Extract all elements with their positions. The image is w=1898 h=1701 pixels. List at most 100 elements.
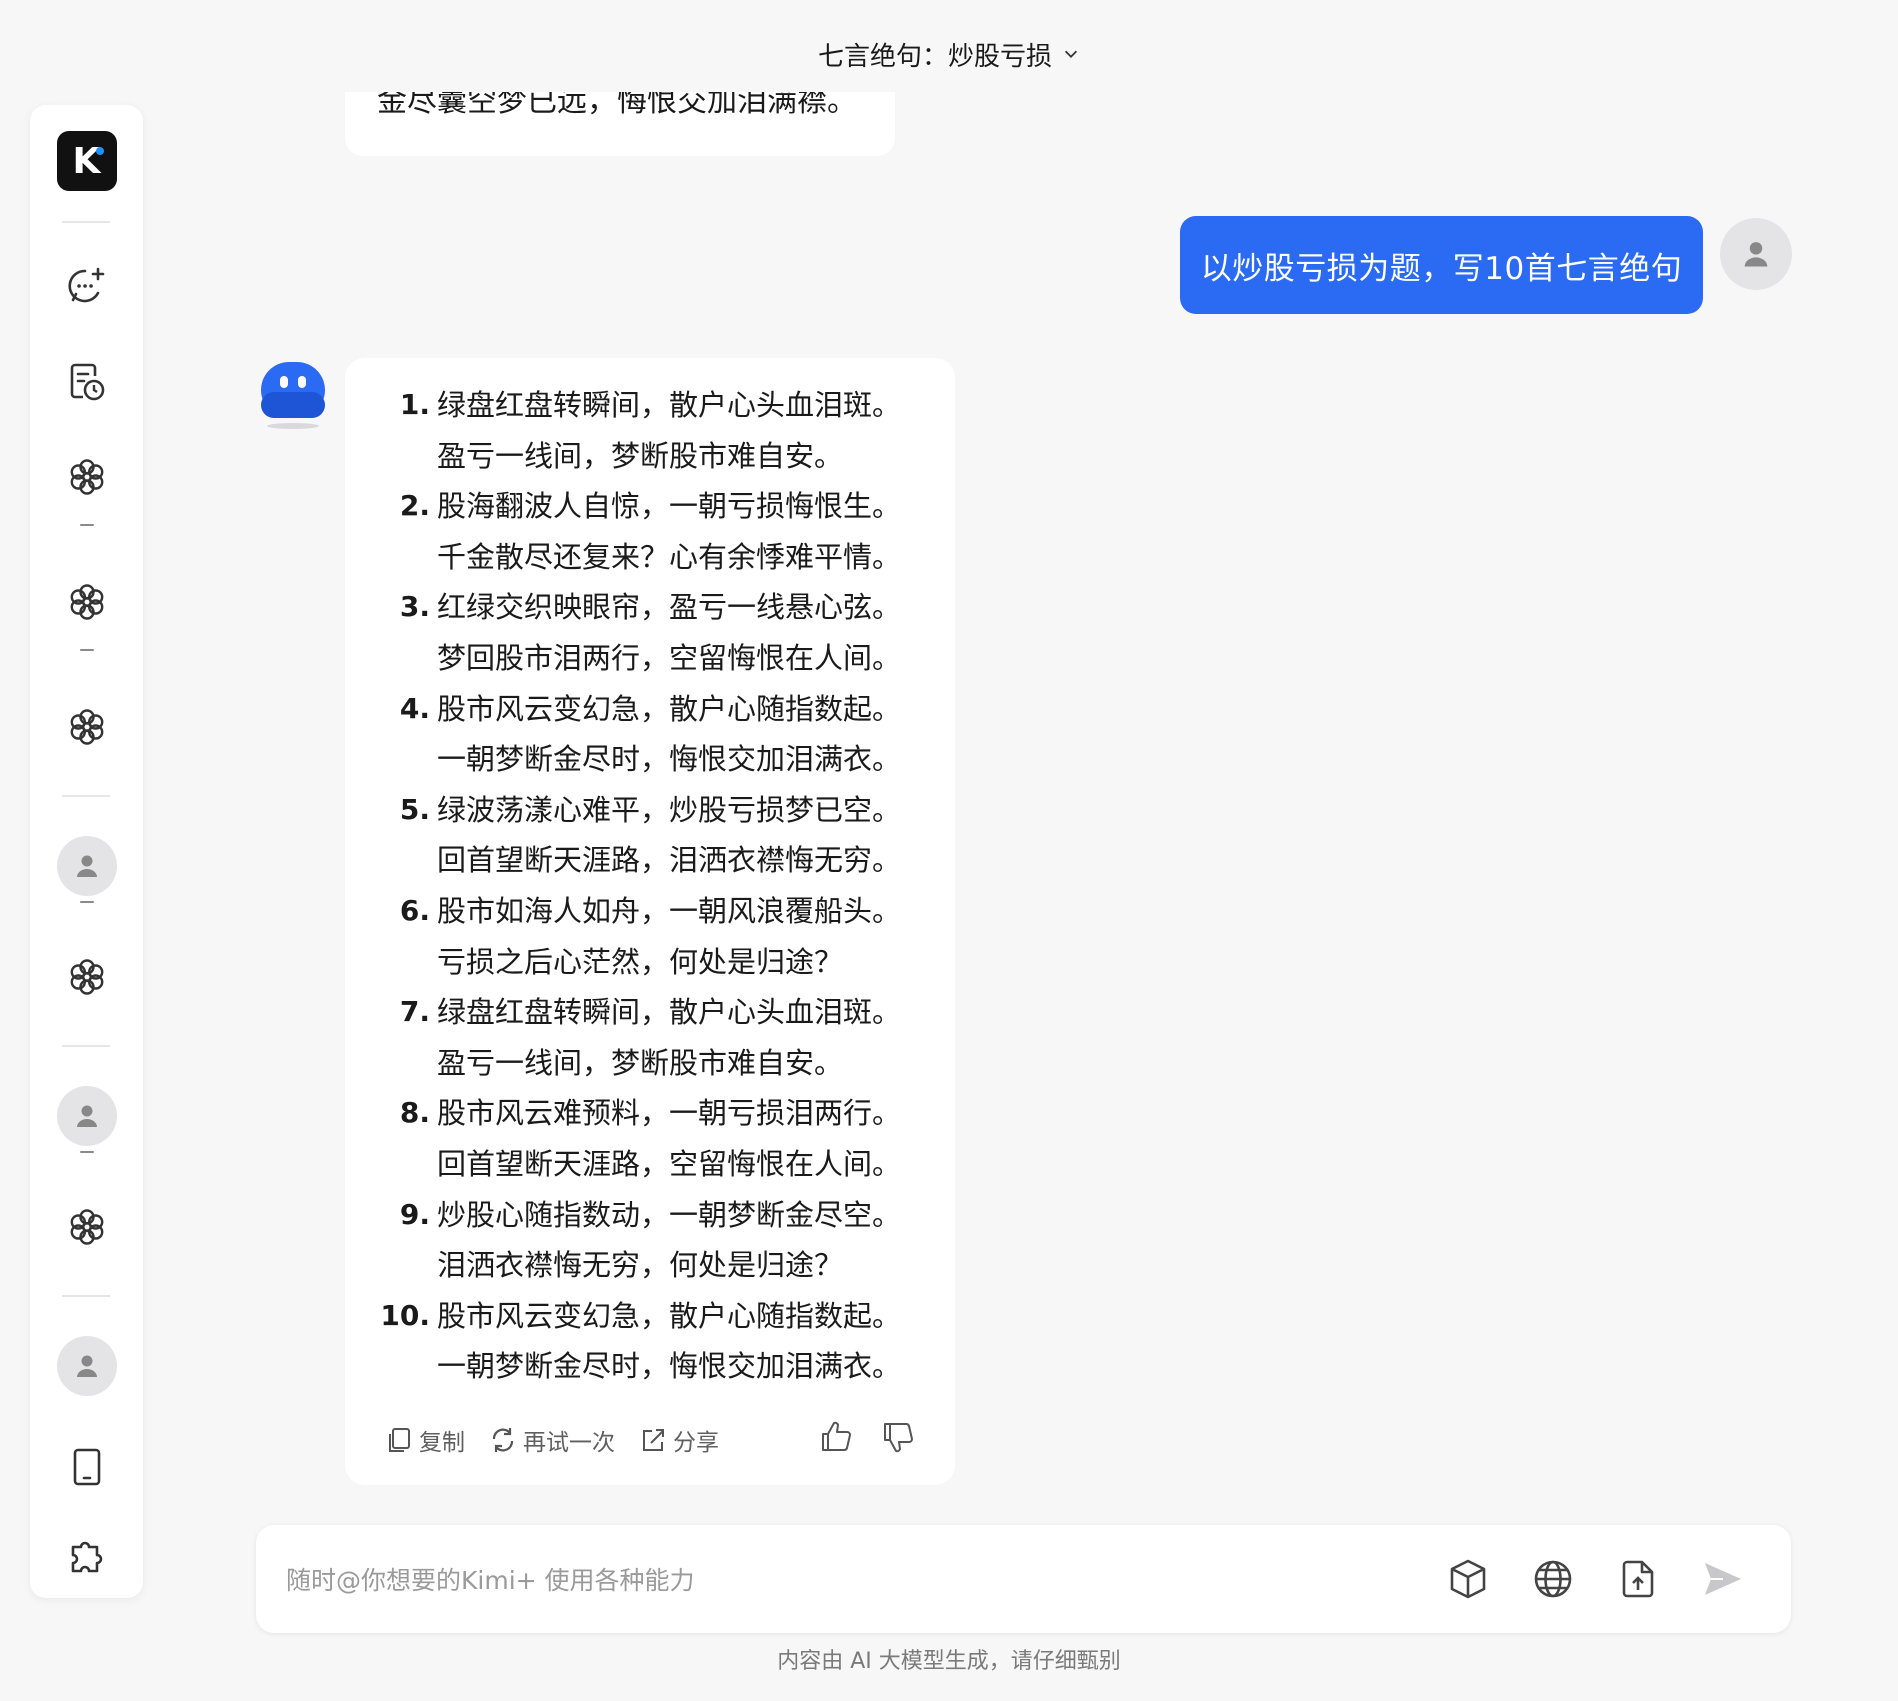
- poem-line-2: 千金散尽还复来？心有余悸难平情。: [437, 539, 902, 574]
- poem-item: 1. 绿盘红盘转瞬间，散户心头血泪斑。 盈亏一线间，梦断股市难自安。: [345, 380, 955, 481]
- new-chat-icon: [68, 267, 104, 303]
- kimi-logo[interactable]: K: [56, 131, 117, 191]
- feedback-buttons: [791, 1420, 915, 1454]
- recent-user-item-2[interactable]: [30, 1086, 143, 1146]
- kimi-plus-item-3[interactable]: [30, 705, 143, 749]
- poem-item: 3. 红绿交织映眼帘，盈亏一线悬心弦。 梦回股市泪两行，空留悔恨在人间。: [345, 582, 955, 683]
- user-message-bubble: 以炒股亏损为题，写10首七言绝句: [1180, 216, 1703, 314]
- thumbs-up-icon[interactable]: [819, 1420, 853, 1454]
- flower-icon: [70, 459, 103, 495]
- poem-line-1: 绿盘红盘转瞬间，散户心头血泪斑。: [437, 995, 902, 1030]
- sidebar-divider: [62, 795, 110, 797]
- upload-file-icon[interactable]: [1616, 1557, 1660, 1601]
- poem-number: 9.: [399, 1197, 430, 1231]
- history-button[interactable]: [30, 360, 143, 404]
- copy-icon: [389, 1428, 410, 1452]
- refresh-icon: [492, 1428, 514, 1452]
- chat-input-box: [256, 1525, 1791, 1633]
- poem-number: 6.: [399, 893, 430, 927]
- poem-number: 5.: [399, 792, 430, 826]
- puzzle-icon: [71, 1541, 102, 1573]
- poem-number: 8.: [399, 1096, 430, 1130]
- kimi-plus-item-4[interactable]: [30, 955, 143, 999]
- kimi-plus-item-1[interactable]: [30, 455, 143, 499]
- poem-number: 3.: [399, 590, 430, 624]
- poem-line-1: 股海翻波人自惊，一朝亏损悔恨生。: [437, 489, 902, 524]
- poem-line-1: 红绿交织映眼帘，盈亏一线悬心弦。: [437, 590, 902, 625]
- user-avatar: [1720, 218, 1792, 290]
- avatar: [56, 1086, 117, 1146]
- poem-number: 1.: [399, 388, 430, 421]
- poem-line-1: 股市如海人如舟，一朝风浪覆船头。: [437, 893, 902, 928]
- sidebar: K: [30, 105, 143, 1598]
- user-icon: [76, 1355, 97, 1377]
- mobile-app-button[interactable]: [30, 1445, 143, 1489]
- share-icon: [643, 1429, 664, 1451]
- poem-line-1: 绿波荡漾心难平，炒股亏损梦已空。: [437, 792, 902, 827]
- cube-icon[interactable]: [1446, 1557, 1490, 1601]
- chat-input[interactable]: [284, 1553, 1388, 1607]
- poem-line-2: 梦回股市泪两行，空留悔恨在人间。: [437, 640, 902, 675]
- poem-item: 5. 绿波荡漾心难平，炒股亏损梦已空。 回首望断天涯路，泪洒衣襟悔无穷。: [345, 785, 955, 886]
- poem-item: 10. 股市风云变幻急，散户心随指数起。 一朝梦断金尽时，悔恨交加泪满衣。: [345, 1291, 955, 1392]
- conversation-title-text: 七言绝句：炒股亏损: [817, 41, 1052, 72]
- user-icon: [1744, 242, 1768, 267]
- kimi-plus-item-2[interactable]: [30, 580, 143, 624]
- retry-label: 再试一次: [523, 1430, 615, 1456]
- poem-line-2: 回首望断天涯路，泪洒衣襟悔无穷。: [437, 843, 902, 878]
- flower-icon: [70, 584, 103, 620]
- avatar: [56, 836, 117, 896]
- disclaimer-text: 内容由 AI 大模型生成，请仔细甄别: [777, 1649, 1121, 1674]
- thumbs-down-icon[interactable]: [881, 1420, 915, 1454]
- send-icon[interactable]: [1701, 1557, 1745, 1601]
- sidebar-divider: [62, 1045, 110, 1047]
- sidebar-divider: [62, 221, 110, 223]
- poem-item: 9. 炒股心随指数动，一朝梦断金尽空。 泪洒衣襟悔无穷，何处是归途？: [345, 1190, 955, 1291]
- poem-list: 1. 绿盘红盘转瞬间，散户心头血泪斑。 盈亏一线间，梦断股市难自安。 2. 股海翻波人自…: [345, 380, 955, 1392]
- poem-line-2: 泪洒衣襟悔无穷，何处是归途？: [437, 1248, 844, 1283]
- poem-line-2: 一朝梦断金尽时，悔恨交加泪满衣。: [437, 1349, 902, 1384]
- recent-user-item-1[interactable]: [30, 836, 143, 896]
- user-message-text: 以炒股亏损为题，写10首七言绝句: [1200, 250, 1683, 287]
- copy-button[interactable]: 复制: [385, 1423, 465, 1457]
- poem-number: 10.: [380, 1298, 430, 1332]
- globe-icon[interactable]: [1531, 1557, 1575, 1601]
- sidebar-divider: [62, 1295, 110, 1297]
- poem-number: 4.: [399, 691, 430, 725]
- kimi-plus-item-5[interactable]: [30, 1205, 143, 1249]
- user-icon: [76, 1105, 97, 1127]
- profile-button[interactable]: [30, 1336, 143, 1396]
- user-icon: [76, 855, 97, 877]
- poem-line-1: 股市风云变幻急，散户心随指数起。: [437, 691, 902, 726]
- poem-line-1: 绿盘红盘转瞬间，散户心头血泪斑。: [437, 388, 902, 422]
- share-label: 分享: [673, 1430, 719, 1456]
- poem-item: 6. 股市如海人如舟，一朝风浪覆船头。 亏损之后心茫然，何处是归途？: [345, 886, 955, 987]
- kimi-bot-avatar-icon: [261, 362, 325, 429]
- poem-item: 7. 绿盘红盘转瞬间，散户心头血泪斑。 盈亏一线间，梦断股市难自安。: [345, 987, 955, 1088]
- message-actions: 复制 再试一次 分享: [385, 1420, 743, 1460]
- flower-icon: [70, 959, 103, 995]
- poem-line-2: 亏损之后心茫然，何处是归途？: [437, 944, 844, 979]
- poem-number: 7.: [399, 995, 430, 1029]
- poem-line-1: 炒股心随指数动，一朝梦断金尽空。: [437, 1197, 902, 1232]
- chevron-down-icon: [1064, 50, 1078, 58]
- retry-button[interactable]: 再试一次: [489, 1423, 615, 1457]
- poem-line-1: 股市风云变幻急，散户心随指数起。: [437, 1298, 902, 1333]
- poem-item: 2. 股海翻波人自惊，一朝亏损悔恨生。 千金散尽还复来？心有余悸难平情。: [345, 481, 955, 582]
- tablet-icon: [73, 1448, 100, 1486]
- avatar: [56, 1336, 117, 1396]
- bot-message-bubble: 1. 绿盘红盘转瞬间，散户心头血泪斑。 盈亏一线间，梦断股市难自安。 2. 股海翻波人自…: [345, 358, 955, 1485]
- flower-icon: [70, 709, 103, 745]
- share-button[interactable]: 分享: [639, 1423, 719, 1457]
- poem-line-2: 盈亏一线间，梦断股市难自安。: [437, 1045, 844, 1080]
- previous-message-bubble: 金尽囊空梦已远，悔恨交加泪满襟。: [345, 92, 895, 156]
- poem-number: 2.: [399, 489, 430, 523]
- poem-line-1: 股市风云难预料，一朝亏损泪两行。: [437, 1096, 902, 1131]
- new-chat-button[interactable]: [30, 265, 143, 309]
- poem-item: 4. 股市风云变幻急，散户心随指数起。 一朝梦断金尽时，悔恨交加泪满衣。: [345, 684, 955, 785]
- flower-icon: [70, 1209, 103, 1245]
- conversation-title[interactable]: 七言绝句：炒股亏损: [0, 34, 1898, 74]
- plugins-button[interactable]: [30, 1533, 143, 1577]
- poem-item: 8. 股市风云难预料，一朝亏损泪两行。 回首望断天涯路，空留悔恨在人间。: [345, 1088, 955, 1189]
- history-icon: [70, 363, 104, 401]
